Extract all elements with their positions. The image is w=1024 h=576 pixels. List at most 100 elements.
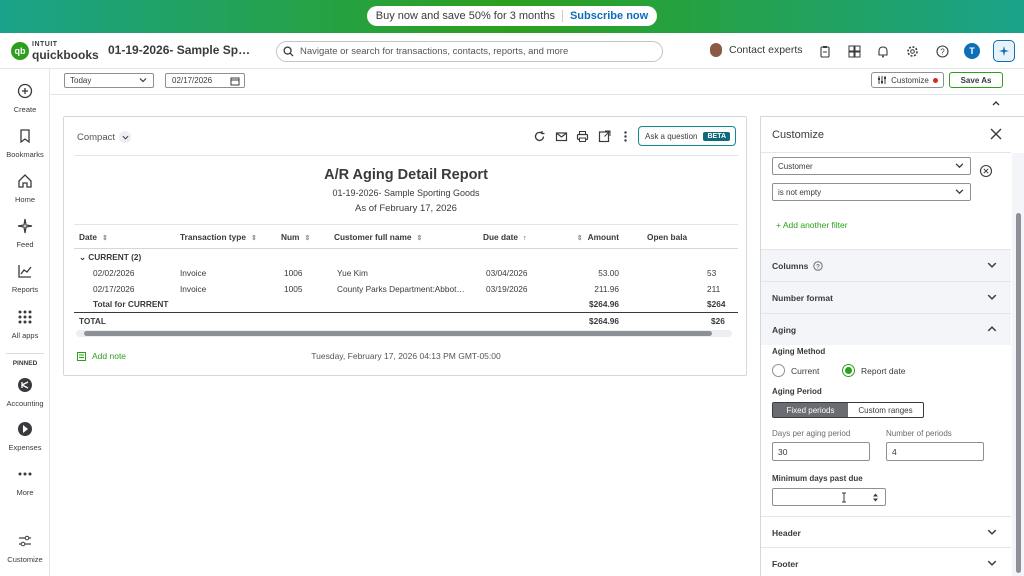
days-per-period-input[interactable]: 30 xyxy=(772,442,870,461)
report-table-container: Date ⇕ Transaction type ⇕ Num ⇕ Customer fu… xyxy=(74,224,738,336)
report-date-input[interactable]: 02/17/2026 xyxy=(165,73,245,88)
table-row[interactable]: 02/02/2026 Invoice 1006 Yue Kim 03/04/20… xyxy=(74,265,738,281)
cell-date[interactable]: 02/02/2026 xyxy=(74,265,180,281)
nav-home[interactable]: Home xyxy=(0,173,50,204)
nav-expenses[interactable]: Expenses xyxy=(0,421,50,452)
nav-accounting[interactable]: Accounting xyxy=(0,377,50,408)
period-value: Today xyxy=(70,76,92,85)
promo-banner: Buy now and save 50% for 3 months Subscr… xyxy=(0,0,1024,33)
cell-num[interactable]: 1005 xyxy=(281,281,334,297)
gear-icon[interactable] xyxy=(905,44,919,58)
nav-bookmarks[interactable]: Bookmarks xyxy=(0,128,50,159)
email-icon[interactable] xyxy=(555,130,568,143)
filter-operator-select[interactable]: is not empty xyxy=(772,183,971,201)
total-open[interactable]: $26 xyxy=(625,312,738,329)
group-row[interactable]: ⌄ CURRENT (2) xyxy=(74,249,738,265)
col-due-date[interactable]: Due date ↑ xyxy=(483,224,553,249)
total-amount[interactable]: $264.96 xyxy=(553,312,625,329)
cell-amount[interactable]: 53.00 xyxy=(553,265,625,281)
save-as-button[interactable]: Save As xyxy=(949,72,1003,88)
fixed-periods-option[interactable]: Fixed periods xyxy=(773,403,848,417)
refresh-icon[interactable] xyxy=(533,130,546,143)
nav-label: Home xyxy=(14,195,35,204)
col-open-balance[interactable]: Open bala xyxy=(625,224,738,249)
quickbooks-logo-icon[interactable]: qb xyxy=(11,42,29,60)
add-another-filter-link[interactable]: + Add another filter xyxy=(776,220,848,230)
customize-button[interactable]: Customize xyxy=(871,72,944,88)
subtotal-amount[interactable]: $264.96 xyxy=(553,297,625,313)
ask-a-question-button[interactable]: Ask a question BETA xyxy=(638,126,736,146)
contact-experts-button[interactable]: Contact experts xyxy=(710,43,803,57)
search-input[interactable]: Navigate or search for transactions, con… xyxy=(276,41,663,62)
custom-ranges-option[interactable]: Custom ranges xyxy=(848,403,923,417)
section-header[interactable]: Header xyxy=(761,516,1011,548)
col-num[interactable]: Num ⇕ xyxy=(281,224,334,249)
col-date[interactable]: Date ⇕ xyxy=(74,224,180,249)
aging-method-current-radio[interactable]: Current xyxy=(772,364,819,377)
apps-icon[interactable] xyxy=(847,44,861,58)
cell-type[interactable]: Invoice xyxy=(180,281,281,297)
info-icon[interactable]: ? xyxy=(813,260,824,271)
nav-label: Accounting xyxy=(6,399,44,408)
nav-feed[interactable]: Feed xyxy=(0,218,50,249)
radio-circle-selected[interactable] xyxy=(842,364,855,377)
report-period-select[interactable]: Today xyxy=(64,73,154,88)
panel-scrollbar-thumb[interactable] xyxy=(1016,213,1021,573)
clipboard-icon[interactable] xyxy=(818,44,832,58)
add-note-link[interactable]: Add note xyxy=(77,351,126,361)
more-options-icon[interactable] xyxy=(619,130,632,143)
bell-icon[interactable] xyxy=(876,44,890,58)
user-avatar[interactable]: T xyxy=(964,43,980,59)
promo-pill[interactable]: Buy now and save 50% for 3 months Subscr… xyxy=(367,6,657,26)
subscribe-now-link[interactable]: Subscribe now xyxy=(570,10,648,22)
quickbooks-logo-text[interactable]: INTUIT quickbooks xyxy=(32,40,99,61)
chevron-down-icon[interactable]: ⌄ xyxy=(79,252,88,262)
view-compact-dropdown[interactable]: Compact xyxy=(77,131,132,143)
promo-text: Buy now and save 50% for 3 months xyxy=(375,10,555,22)
section-footer[interactable]: Footer xyxy=(761,547,1011,576)
filter-field-select[interactable]: Customer xyxy=(772,157,971,175)
section-columns[interactable]: Columns ? xyxy=(761,249,1011,281)
stepper-icon[interactable] xyxy=(872,492,879,503)
radio-circle[interactable] xyxy=(772,364,785,377)
cell-date[interactable]: 02/17/2026 xyxy=(74,281,180,297)
help-icon[interactable]: ? xyxy=(935,44,949,58)
nav-create[interactable]: Create xyxy=(0,83,50,114)
number-of-periods-input[interactable]: 4 xyxy=(886,442,984,461)
remove-filter-icon[interactable] xyxy=(979,164,993,178)
cell-num[interactable]: 1006 xyxy=(281,265,334,281)
nav-more[interactable]: More xyxy=(0,466,50,497)
nav-customize[interactable]: Customize xyxy=(0,533,50,564)
cell-amount[interactable]: 211.96 xyxy=(553,281,625,297)
section-aging[interactable]: Aging xyxy=(761,313,1011,345)
horizontal-scrollbar-thumb[interactable] xyxy=(84,331,712,336)
nav-label: Bookmarks xyxy=(6,150,44,159)
section-label: Footer xyxy=(772,558,799,569)
cell-customer[interactable]: County Parks Department:Abbot… xyxy=(334,281,483,297)
print-icon[interactable] xyxy=(576,130,589,143)
calendar-icon[interactable] xyxy=(230,76,240,86)
cell-open[interactable]: 53 xyxy=(625,265,738,281)
export-icon[interactable] xyxy=(598,130,611,143)
col-customer-full-name[interactable]: Customer full name ⇕ xyxy=(334,224,483,249)
subtotal-open[interactable]: $264 xyxy=(625,297,738,313)
aging-period-toggle[interactable]: Fixed periods Custom ranges xyxy=(772,402,924,418)
cell-customer[interactable]: Yue Kim xyxy=(334,265,483,281)
promo-divider xyxy=(561,10,563,22)
section-number-format[interactable]: Number format xyxy=(761,281,1011,313)
aging-method-report-date-radio[interactable]: Report date xyxy=(842,364,905,377)
assistant-icon[interactable] xyxy=(993,40,1015,62)
panel-scrollbar[interactable] xyxy=(1012,153,1024,576)
company-name[interactable]: 01-19-2026- Sample Sp… xyxy=(108,43,250,57)
report-table: Date ⇕ Transaction type ⇕ Num ⇕ Customer fu… xyxy=(74,224,738,329)
minimum-days-input[interactable] xyxy=(772,488,886,506)
col-transaction-type[interactable]: Transaction type ⇕ xyxy=(180,224,281,249)
cell-open[interactable]: 211 xyxy=(625,281,738,297)
close-icon[interactable] xyxy=(989,127,1003,141)
col-amount[interactable]: ⇕ Amount xyxy=(553,224,625,249)
table-row[interactable]: 02/17/2026 Invoice 1005 County Parks Dep… xyxy=(74,281,738,297)
nav-reports[interactable]: Reports xyxy=(0,263,50,294)
chevron-up-icon[interactable] xyxy=(990,97,1002,109)
nav-all-apps[interactable]: All apps xyxy=(0,309,50,340)
cell-type[interactable]: Invoice xyxy=(180,265,281,281)
